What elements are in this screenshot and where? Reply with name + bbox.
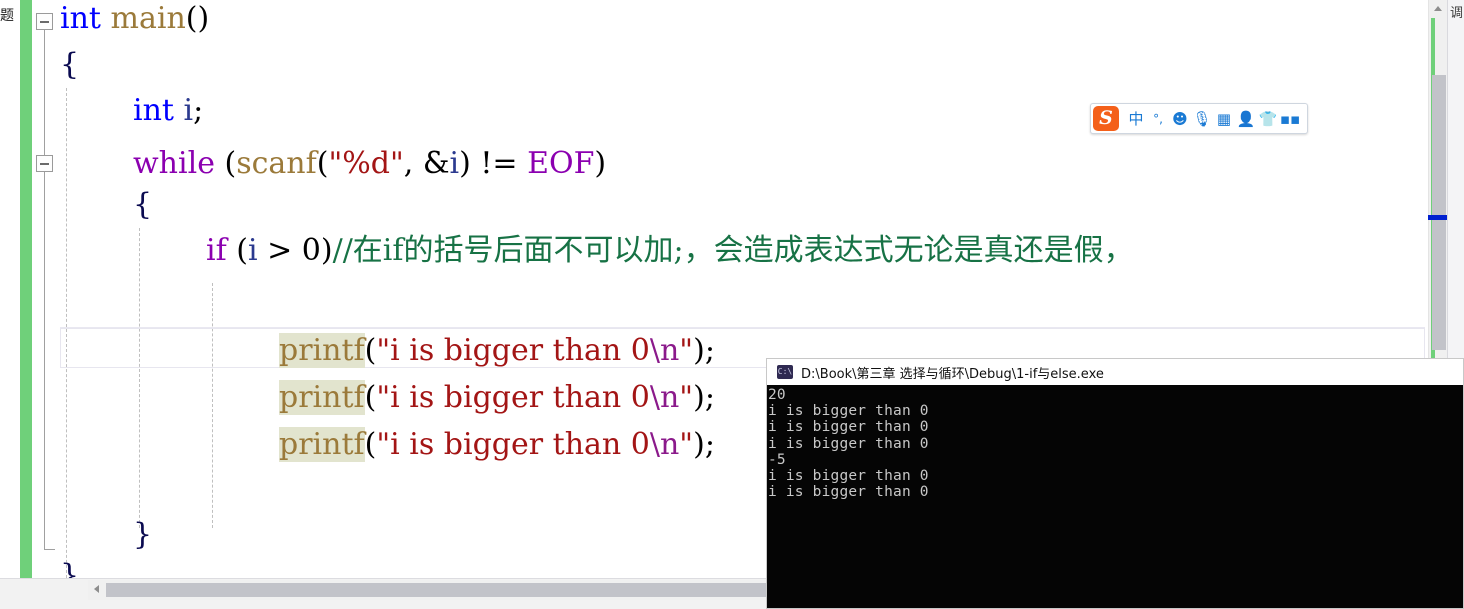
visual-studio-editor-window: int main() { int i; while (scanf("%d", &… [0, 0, 1464, 609]
scroll-left-arrow-icon[interactable] [88, 580, 105, 600]
console-title-bar[interactable]: C:\ D:\Book\第三章 选择与循环\Debug\1-if与else.ex… [767, 359, 1463, 385]
console-output-line: i is bigger than 0 [768, 435, 929, 452]
code-token: "%d" [328, 146, 404, 181]
code-token: > [257, 233, 302, 268]
toolbox-icon[interactable]: ▪▪ [1279, 108, 1301, 130]
language-mode-icon[interactable]: 中 [1125, 108, 1147, 130]
code-token: " [679, 427, 694, 462]
user-account-icon[interactable]: 👤 [1235, 108, 1257, 130]
sogou-logo-icon[interactable]: S [1093, 106, 1119, 131]
console-output-line: i is bigger than 0 [768, 484, 929, 501]
console-output-area[interactable]: 20 i is bigger than 0i is bigger than 0i … [767, 385, 1463, 608]
code-token: printf [279, 380, 365, 415]
scrollbar-caret-marker [1428, 215, 1448, 220]
code-token: () [185, 1, 210, 36]
console-output-line: 20 [768, 387, 786, 403]
console-output-line: i is bigger than 0 [768, 403, 929, 420]
code-token: ( [364, 427, 377, 462]
code-token: printf [279, 427, 365, 462]
code-token: ); [693, 333, 715, 368]
code-token: \n [649, 380, 680, 415]
code-token: i [183, 93, 194, 128]
bottom-panel-tab-label[interactable]: 题 [0, 5, 26, 25]
console-output-line: i is bigger than 0 [768, 419, 929, 436]
code-token: "i is bigger than 0 [376, 333, 650, 368]
code-token: i [449, 146, 460, 181]
code-token: int [133, 93, 174, 128]
code-token: \n [649, 427, 680, 462]
console-app-icon: C:\ [777, 365, 793, 379]
code-token: scanf [236, 146, 317, 181]
code-token: ( [364, 380, 377, 415]
code-token: while [133, 146, 215, 181]
code-token: if [206, 233, 227, 268]
console-title-text: D:\Book\第三章 选择与循环\Debug\1-if与else.exe [801, 366, 1104, 382]
code-token: ( [364, 333, 377, 368]
emoji-icon[interactable]: ☻ [1169, 108, 1191, 130]
code-token: { [60, 47, 80, 82]
code-token: , & [403, 146, 450, 181]
code-token: ); [693, 427, 715, 462]
code-token: ( [226, 233, 248, 268]
code-token: \n [649, 333, 680, 368]
console-output-window[interactable]: C:\ D:\Book\第三章 选择与循环\Debug\1-if与else.ex… [766, 358, 1464, 609]
scroll-up-arrow-icon[interactable] [1429, 0, 1448, 17]
code-token: " [679, 380, 694, 415]
code-token: ); [693, 380, 715, 415]
vertical-scrollbar-thumb[interactable] [1432, 75, 1446, 350]
code-token: ) [594, 146, 607, 181]
code-token: ( [214, 146, 237, 181]
code-token: } [133, 517, 153, 552]
code-token: ( [316, 146, 329, 181]
soft-keyboard-icon[interactable]: ▦ [1213, 108, 1235, 130]
code-token: ) [320, 233, 333, 268]
code-token: } [60, 558, 80, 578]
console-output-line: i is bigger than 0 [768, 468, 929, 485]
code-token: " [679, 333, 694, 368]
code-token: int [60, 1, 101, 36]
code-token: EOF [527, 146, 595, 181]
code-token: { [133, 187, 153, 222]
code-token: 0 [301, 233, 321, 268]
code-token: i [247, 233, 258, 268]
dock-panel-tab-label[interactable]: 调 [1450, 2, 1464, 21]
punctuation-mode-icon[interactable]: °, [1147, 108, 1169, 130]
skin-icon[interactable]: 👕 [1257, 108, 1279, 130]
voice-input-icon[interactable]: 🎙 [1191, 108, 1213, 130]
code-token: "i is bigger than 0 [376, 380, 650, 415]
code-token: //在if的括号后面不可以加;，会造成表达式无论是真还是假， [332, 233, 1134, 268]
sogou-ime-toolbar[interactable]: S 中 °, ☻ 🎙 ▦ 👤 👕 ▪▪ [1090, 103, 1308, 134]
code-token: printf [279, 333, 365, 368]
code-token: main [110, 1, 186, 36]
console-output-line: -5 [768, 451, 786, 468]
code-token: ; [193, 93, 204, 128]
code-token: "i is bigger than 0 [376, 427, 650, 462]
code-token: ) != [459, 146, 528, 181]
